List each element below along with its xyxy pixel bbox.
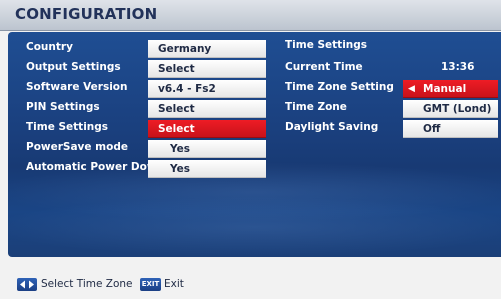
- powersave-mode-value[interactable]: Yes: [148, 140, 266, 158]
- time-zone-setting-label[interactable]: Time Zone Setting: [285, 81, 394, 93]
- daylight-saving-label[interactable]: Daylight Saving: [285, 121, 378, 133]
- menu-label-powersave-mode[interactable]: PowerSave mode: [26, 141, 128, 153]
- time-zone-setting-value: Manual: [423, 83, 467, 95]
- country-value[interactable]: Germany: [148, 40, 266, 58]
- output-settings-value[interactable]: Select: [148, 60, 266, 78]
- menu-label-automatic-power-down[interactable]: Automatic Power Down: [26, 161, 164, 173]
- menu-label-pin-settings[interactable]: PIN Settings: [26, 101, 100, 113]
- menu-label-software-version[interactable]: Software Version: [26, 81, 128, 93]
- background-wave: [8, 197, 501, 257]
- time-settings-heading: Time Settings: [285, 39, 368, 51]
- left-arrow-icon: ◀: [408, 84, 415, 94]
- footer-exit-hint: Exit: [164, 278, 184, 290]
- daylight-saving-value: Off: [423, 123, 441, 135]
- time-settings-value[interactable]: Select: [148, 120, 266, 138]
- time-zone-label[interactable]: Time Zone: [285, 101, 347, 113]
- current-time-label: Current Time: [285, 61, 363, 73]
- automatic-power-down-value[interactable]: Yes: [148, 160, 266, 178]
- menu-label-country[interactable]: Country: [26, 41, 73, 53]
- menu-label-time-settings[interactable]: Time Settings: [26, 121, 108, 133]
- time-zone-value: GMT (Lond): [423, 103, 492, 115]
- menu-label-output-settings[interactable]: Output Settings: [26, 61, 121, 73]
- software-version-value: v6.4 - Fs2: [148, 80, 266, 98]
- left-right-arrows-icon: [17, 278, 37, 291]
- exit-key-icon[interactable]: EXIT: [140, 278, 161, 291]
- time-zone-setting-dropdown[interactable]: ◀ Manual: [403, 80, 498, 98]
- daylight-saving-dropdown[interactable]: Off: [403, 120, 498, 138]
- current-time-value: 13:36: [441, 61, 475, 73]
- footer-nav-hint: Select Time Zone: [41, 278, 133, 290]
- time-zone-dropdown[interactable]: GMT (Lond): [403, 100, 498, 118]
- pin-settings-value[interactable]: Select: [148, 100, 266, 118]
- title-bar: CONFIGURATION: [0, 0, 501, 31]
- page-title: CONFIGURATION: [15, 5, 158, 23]
